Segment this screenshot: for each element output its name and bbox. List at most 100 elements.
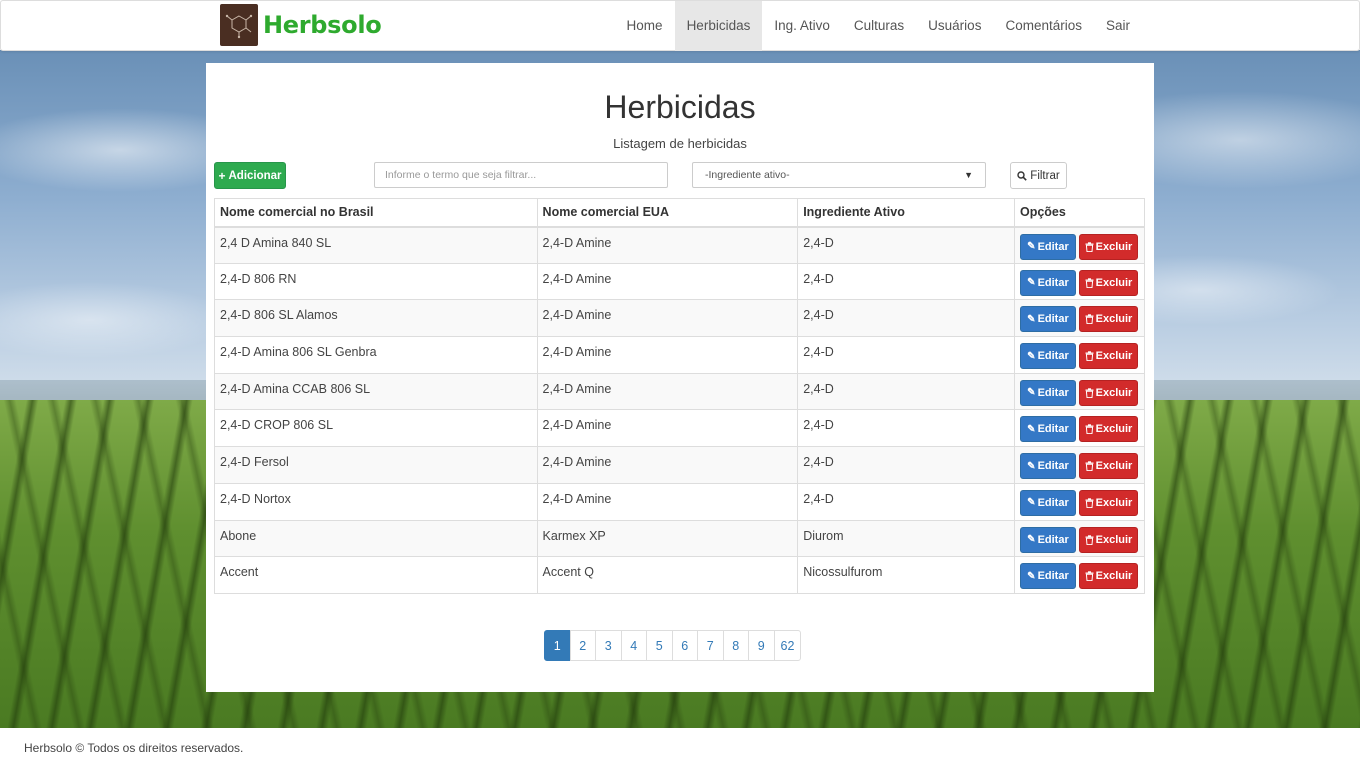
delete-button[interactable]: Excluir bbox=[1078, 306, 1138, 333]
trash-icon bbox=[1085, 241, 1094, 252]
brand[interactable]: Herbsolo bbox=[220, 4, 382, 46]
main-panel: Herbicidas Listagem de herbicidas + Adic… bbox=[206, 63, 1154, 692]
delete-button[interactable]: Excluir bbox=[1078, 453, 1138, 480]
ingredient-select-value: -Ingrediente ativo- bbox=[705, 169, 790, 181]
edit-button-label: Editar bbox=[1037, 313, 1069, 326]
page-link-9[interactable]: 9 bbox=[748, 630, 775, 661]
table-cell: 2,4-D Amina 806 SL Genbra bbox=[214, 336, 538, 374]
delete-button-label: Excluir bbox=[1095, 350, 1133, 363]
delete-button-label: Excluir bbox=[1095, 496, 1133, 509]
search-icon bbox=[1017, 170, 1028, 181]
trash-icon bbox=[1085, 461, 1094, 472]
delete-button-label: Excluir bbox=[1095, 313, 1133, 326]
edit-button-label: Editar bbox=[1037, 276, 1069, 289]
delete-button[interactable]: Excluir bbox=[1078, 526, 1138, 553]
edit-button-label: Editar bbox=[1037, 386, 1069, 399]
edit-button[interactable]: ✎ Editar bbox=[1019, 526, 1076, 553]
delete-button-label: Excluir bbox=[1095, 533, 1133, 546]
pagination: 1 2 3 4 5 6 7 8 9 62 bbox=[544, 630, 802, 661]
table-cell: 2,4-D Amine bbox=[536, 409, 799, 448]
delete-button-label: Excluir bbox=[1095, 423, 1133, 436]
page-title: Herbicidas bbox=[604, 89, 756, 125]
pencil-icon: ✎ bbox=[1027, 387, 1036, 399]
add-button-label: Adicionar bbox=[228, 169, 282, 182]
trash-icon bbox=[1085, 571, 1094, 582]
page-link-1[interactable]: 1 bbox=[544, 630, 571, 661]
nav-item-herbicidas[interactable]: Herbicidas bbox=[674, 1, 763, 51]
pencil-icon: ✎ bbox=[1027, 423, 1036, 435]
delete-button[interactable]: Excluir bbox=[1078, 343, 1138, 370]
options-cell: ✎ Editar Excluir bbox=[1013, 299, 1146, 338]
table-cell: 2,4-D Amine bbox=[536, 262, 799, 301]
delete-button-label: Excluir bbox=[1095, 240, 1133, 253]
table-cell: 2,4-D bbox=[797, 336, 1015, 374]
column-header[interactable]: Ingrediente Ativo bbox=[797, 198, 1015, 228]
delete-button[interactable]: Excluir bbox=[1078, 233, 1138, 260]
delete-button[interactable]: Excluir bbox=[1078, 563, 1138, 590]
edit-button[interactable]: ✎ Editar bbox=[1019, 416, 1076, 443]
table-cell: 2,4-D bbox=[797, 446, 1015, 484]
nav-item-usuarios[interactable]: Usuários bbox=[916, 1, 993, 51]
table-cell: 2,4-D Amine bbox=[536, 226, 799, 264]
table-body: 2,4 D Amina 840 SL 2,4-D Amine 2,4-D ✎ Edita… bbox=[214, 226, 1146, 594]
table-row: 2,4-D CROP 806 SL 2,4-D Amine 2,4-D ✎ Editar… bbox=[214, 409, 1146, 448]
delete-button-label: Excluir bbox=[1095, 460, 1133, 473]
table-row: Abone Karmex XP Diurom ✎ Editar Excluir bbox=[214, 519, 1146, 558]
page-link-3[interactable]: 3 bbox=[595, 630, 622, 661]
delete-button[interactable]: Excluir bbox=[1078, 379, 1138, 406]
page-subtitle: Listagem de herbicidas bbox=[613, 136, 747, 151]
edit-button[interactable]: ✎ Editar bbox=[1019, 563, 1076, 590]
search-input[interactable] bbox=[374, 162, 668, 188]
page-link-8[interactable]: 8 bbox=[722, 630, 749, 661]
pencil-icon: ✎ bbox=[1027, 313, 1036, 325]
options-cell: ✎ Editar Excluir bbox=[1013, 372, 1146, 411]
trash-icon bbox=[1085, 314, 1094, 325]
table-cell: 2,4-D Amine bbox=[536, 482, 799, 521]
table-cell: Abone bbox=[214, 519, 538, 558]
table-cell: Accent bbox=[214, 556, 538, 594]
delete-button[interactable]: Excluir bbox=[1078, 416, 1138, 443]
options-cell: ✎ Editar Excluir bbox=[1013, 409, 1146, 448]
trash-icon bbox=[1085, 277, 1094, 288]
nav-item-ing-ativo[interactable]: Ing. Ativo bbox=[762, 1, 842, 51]
nav-item-comentarios[interactable]: Comentários bbox=[993, 1, 1094, 51]
page-link-4[interactable]: 4 bbox=[620, 630, 647, 661]
table-cell: 2,4-D bbox=[797, 482, 1015, 521]
page-link-7[interactable]: 7 bbox=[697, 630, 724, 661]
page-link-62[interactable]: 62 bbox=[773, 630, 802, 661]
table-cell: 2,4-D Amine bbox=[536, 372, 799, 411]
column-header[interactable]: Nome comercial no Brasil bbox=[214, 198, 538, 228]
edit-button[interactable]: ✎ Editar bbox=[1019, 343, 1076, 370]
filter-button[interactable]: Filtrar bbox=[1010, 162, 1067, 189]
pencil-icon: ✎ bbox=[1027, 534, 1036, 545]
delete-button[interactable]: Excluir bbox=[1078, 489, 1138, 516]
page-link-5[interactable]: 5 bbox=[646, 630, 673, 661]
table-cell: Karmex XP bbox=[536, 519, 799, 558]
table-cell: 2,4 D Amina 840 SL bbox=[214, 226, 538, 264]
table-cell: 2,4-D Amine bbox=[536, 336, 799, 374]
nav-item-sair[interactable]: Sair bbox=[1094, 1, 1142, 51]
pencil-icon: ✎ bbox=[1027, 460, 1036, 472]
edit-button-label: Editar bbox=[1037, 350, 1069, 363]
delete-button[interactable]: Excluir bbox=[1078, 269, 1138, 296]
edit-button[interactable]: ✎ Editar bbox=[1019, 233, 1076, 260]
column-header[interactable]: Nome comercial EUA bbox=[536, 198, 799, 228]
pencil-icon: ✎ bbox=[1027, 350, 1036, 362]
pencil-icon: ✎ bbox=[1027, 241, 1036, 252]
page-link-2[interactable]: 2 bbox=[569, 630, 596, 661]
table-row: 2,4-D Amina 806 SL Genbra 2,4-D Amine 2,4-… bbox=[214, 336, 1146, 374]
add-button[interactable]: + Adicionar bbox=[214, 162, 286, 189]
ingredient-select[interactable]: -Ingrediente ativo- ▼ bbox=[692, 162, 986, 188]
edit-button[interactable]: ✎ Editar bbox=[1019, 379, 1076, 406]
herbicides-table: Nome comercial no Brasil Nome comercial … bbox=[214, 198, 1146, 594]
edit-button[interactable]: ✎ Editar bbox=[1019, 269, 1076, 296]
edit-button[interactable]: ✎ Editar bbox=[1019, 489, 1076, 516]
table-cell: 2,4-D 806 RN bbox=[214, 262, 538, 301]
edit-button[interactable]: ✎ Editar bbox=[1019, 306, 1076, 333]
options-cell: ✎ Editar Excluir bbox=[1013, 226, 1146, 264]
nav-item-home[interactable]: Home bbox=[615, 1, 675, 51]
options-cell: ✎ Editar Excluir bbox=[1013, 519, 1146, 558]
nav-item-culturas[interactable]: Culturas bbox=[842, 1, 916, 51]
edit-button[interactable]: ✎ Editar bbox=[1019, 453, 1076, 480]
page-link-6[interactable]: 6 bbox=[671, 630, 698, 661]
